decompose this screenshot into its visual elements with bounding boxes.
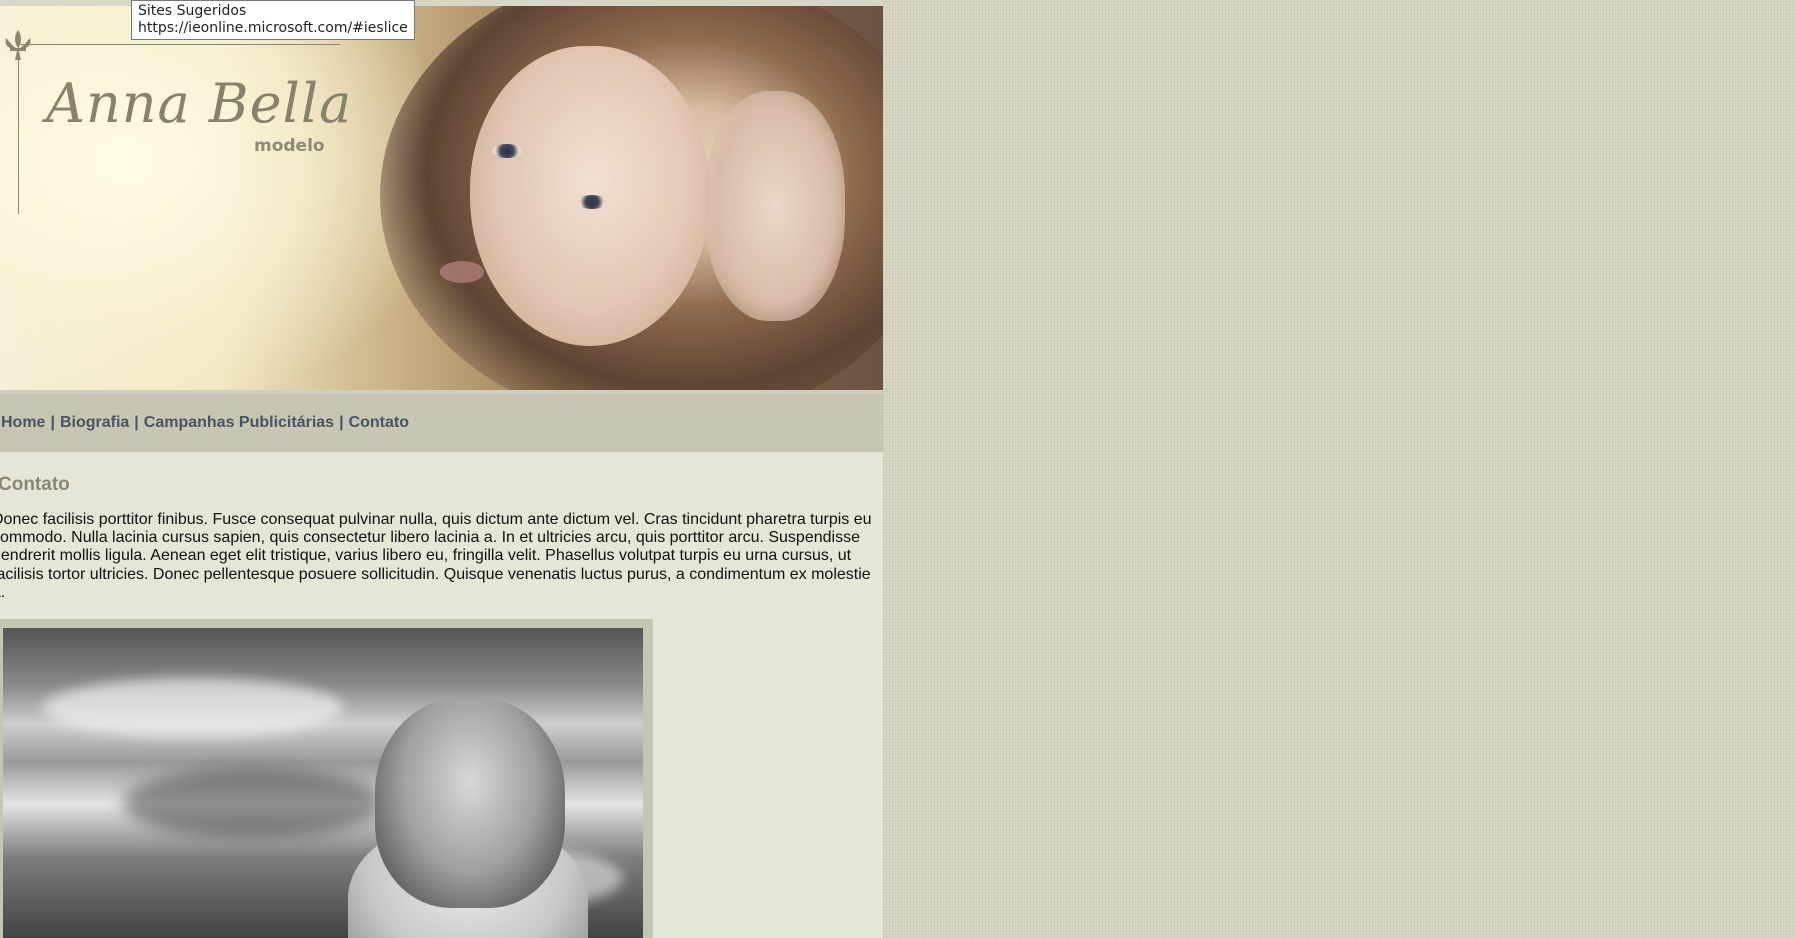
banner-photo-lips — [440, 261, 484, 283]
photo-cloud — [43, 678, 343, 738]
tooltip-title: Sites Sugeridos — [138, 3, 247, 19]
banner-photo-eye — [492, 144, 522, 158]
photo-figure-hair — [375, 698, 565, 908]
fleur-de-lis-icon — [5, 30, 31, 60]
ornament-line-vertical — [18, 46, 19, 214]
banner-photo-eye — [577, 195, 607, 209]
banner-photo-hand — [705, 91, 845, 321]
page-container: Anna Bella modelo Home | Biografia | Campanh… — [0, 0, 883, 938]
nav-link-home[interactable]: Home — [1, 414, 45, 431]
header-banner: Anna Bella modelo — [0, 6, 883, 392]
nav-separator: | — [339, 414, 344, 431]
nav-link-campanhas[interactable]: Campanhas Publicitárias — [144, 414, 334, 431]
logo-title: Anna Bella — [46, 72, 353, 135]
logo-subtitle: modelo — [254, 136, 325, 156]
page-title: Contato — [0, 474, 70, 495]
ornament-line-horizontal — [20, 44, 340, 45]
content-photo — [3, 628, 643, 938]
photo-frame — [0, 619, 653, 938]
tooltip-url: https://ieonline.microsoft.com/#ieslice — [138, 20, 408, 36]
nav-link-biografia[interactable]: Biografia — [60, 414, 129, 431]
suggested-sites-tooltip: Sites Sugeridos https://ieonline.microso… — [131, 0, 415, 40]
main-navigation: Home | Biografia | Campanhas Publicitárias | C… — [0, 394, 883, 452]
body-paragraph: Donec facilisis porttitor finibus. Fusce… — [0, 511, 872, 601]
nav-separator: | — [50, 414, 55, 431]
nav-link-contato[interactable]: Contato — [349, 414, 409, 431]
nav-separator: | — [134, 414, 139, 431]
photo-cloud — [123, 768, 383, 838]
banner-glow — [0, 6, 420, 392]
